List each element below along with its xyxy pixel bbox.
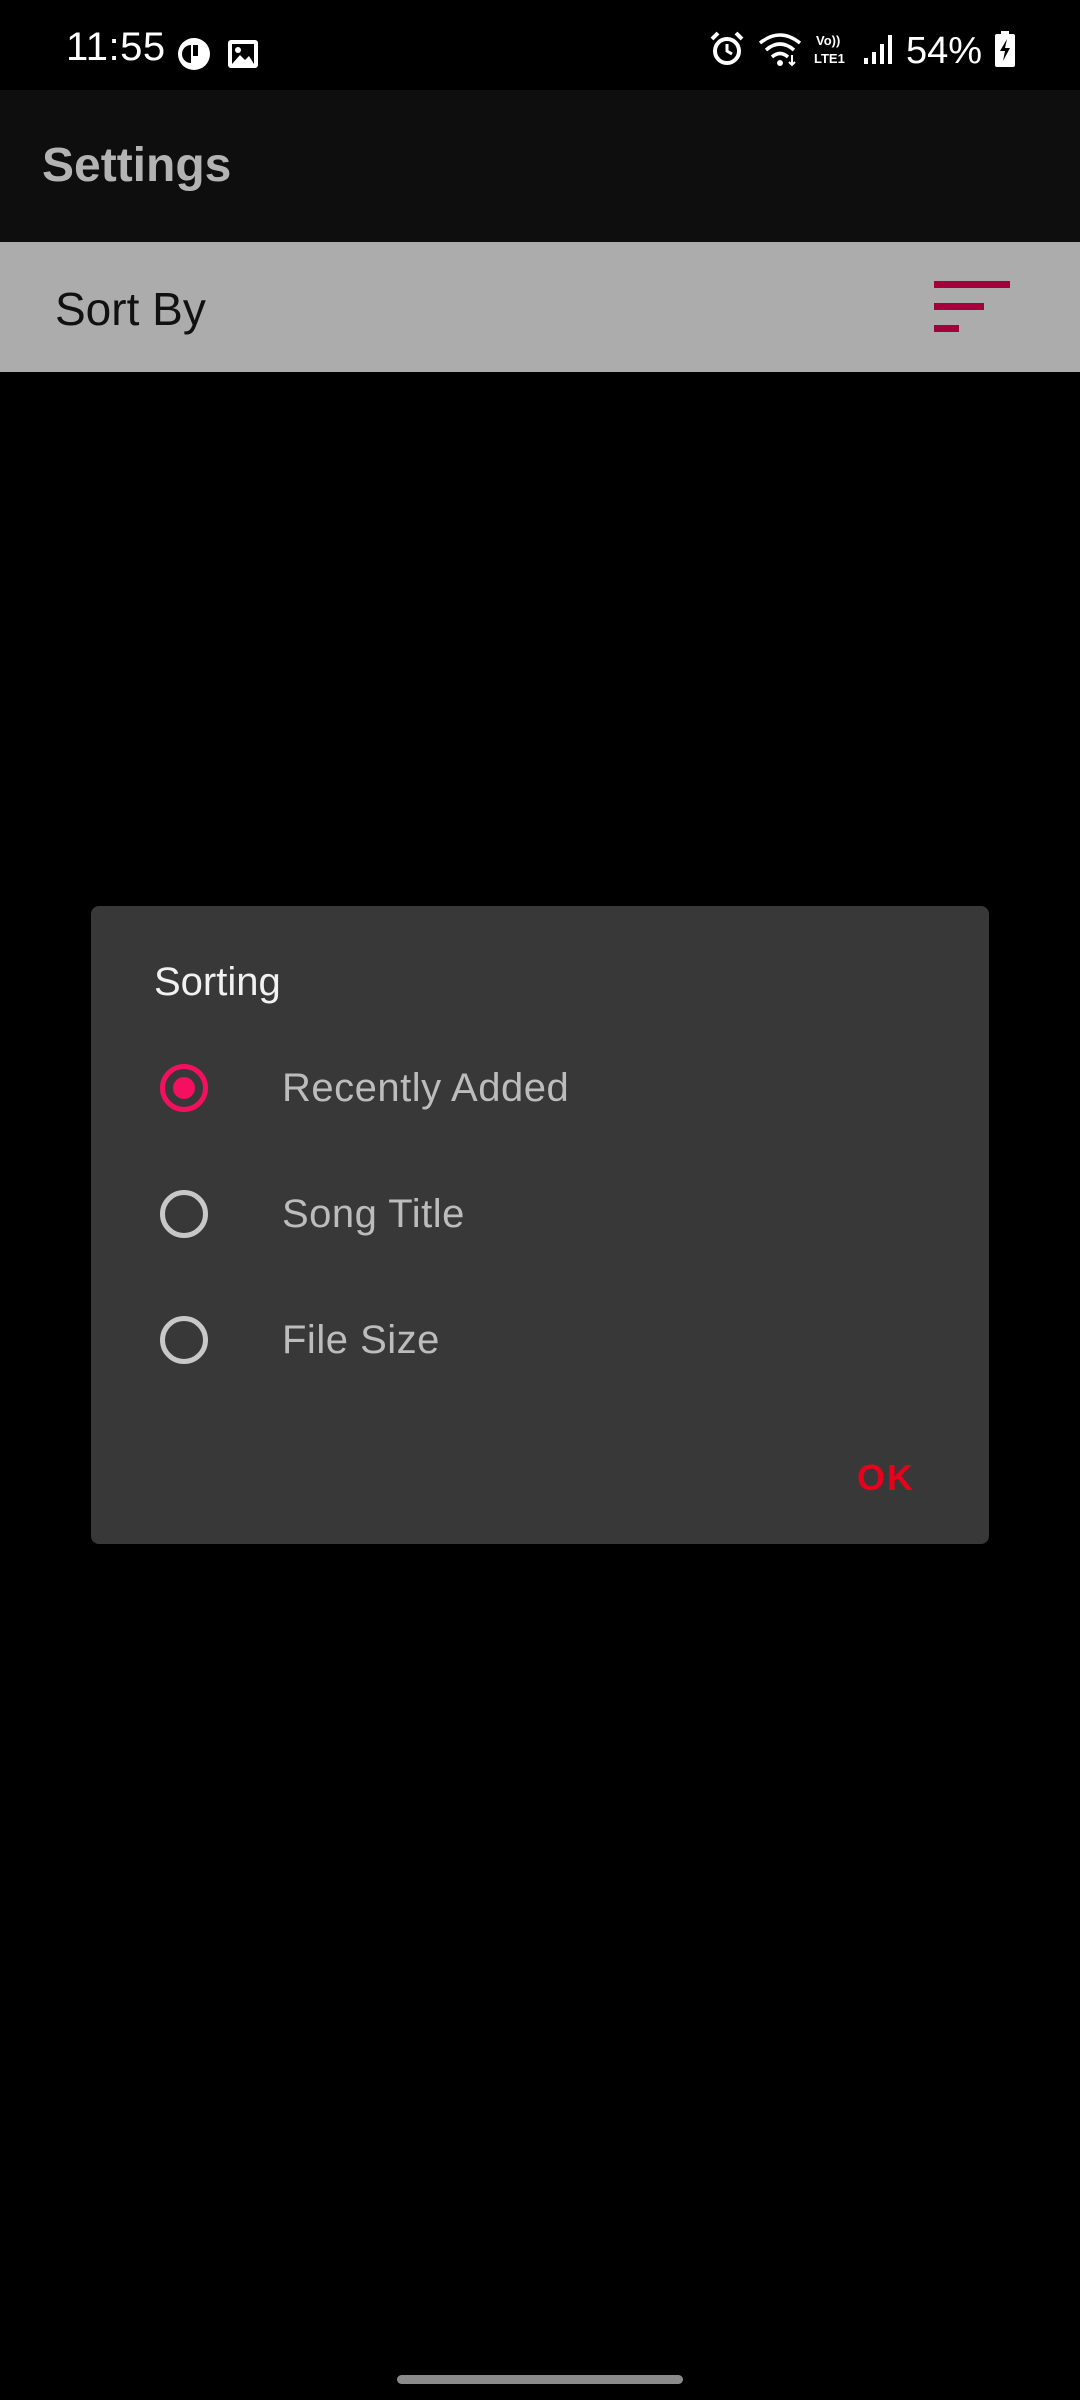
option-recently-added[interactable]: Recently Added	[91, 1030, 989, 1150]
home-indicator[interactable]	[397, 2375, 683, 2384]
option-file-size[interactable]: File Size	[91, 1282, 989, 1402]
svg-text:Vo)): Vo))	[816, 33, 840, 48]
radio-file-size[interactable]	[160, 1316, 208, 1364]
page-title: Settings	[42, 139, 232, 192]
status-bar: 11:55 Vo)) LTE1 54%	[0, 0, 1080, 90]
sorting-dialog: Sorting Recently Added Song Title File S…	[91, 906, 989, 1544]
sort-icon[interactable]	[930, 279, 1016, 339]
option-label: Recently Added	[282, 1066, 570, 1110]
screen: 11:55 Vo)) LTE1 54% Settings Sort By Sor…	[0, 0, 1080, 2400]
option-label: File Size	[282, 1318, 440, 1362]
status-right: Vo)) LTE1 54%	[708, 28, 1016, 74]
status-left-icons	[176, 36, 260, 77]
wifi-icon	[758, 31, 802, 72]
volte-icon: Vo)) LTE1	[814, 31, 850, 72]
app-bar: Settings	[0, 90, 1080, 242]
notification-badge-icon	[176, 36, 212, 77]
battery-charging-icon	[994, 30, 1016, 73]
sort-by-row[interactable]: Sort By	[0, 242, 1080, 372]
alarm-icon	[708, 30, 746, 73]
signal-icon	[862, 32, 894, 71]
option-song-title[interactable]: Song Title	[91, 1156, 989, 1276]
option-label: Song Title	[282, 1192, 465, 1236]
battery-percentage: 54%	[905, 30, 982, 72]
radio-song-title[interactable]	[160, 1190, 208, 1238]
status-time: 11:55	[66, 25, 166, 69]
dialog-title: Sorting	[154, 960, 281, 1004]
gallery-icon	[226, 38, 260, 75]
svg-text:LTE1: LTE1	[814, 51, 845, 66]
radio-dot	[173, 1077, 195, 1099]
sort-by-label: Sort By	[55, 283, 206, 335]
radio-recently-added[interactable]	[160, 1064, 208, 1112]
ok-button[interactable]: OK	[857, 1456, 915, 1500]
